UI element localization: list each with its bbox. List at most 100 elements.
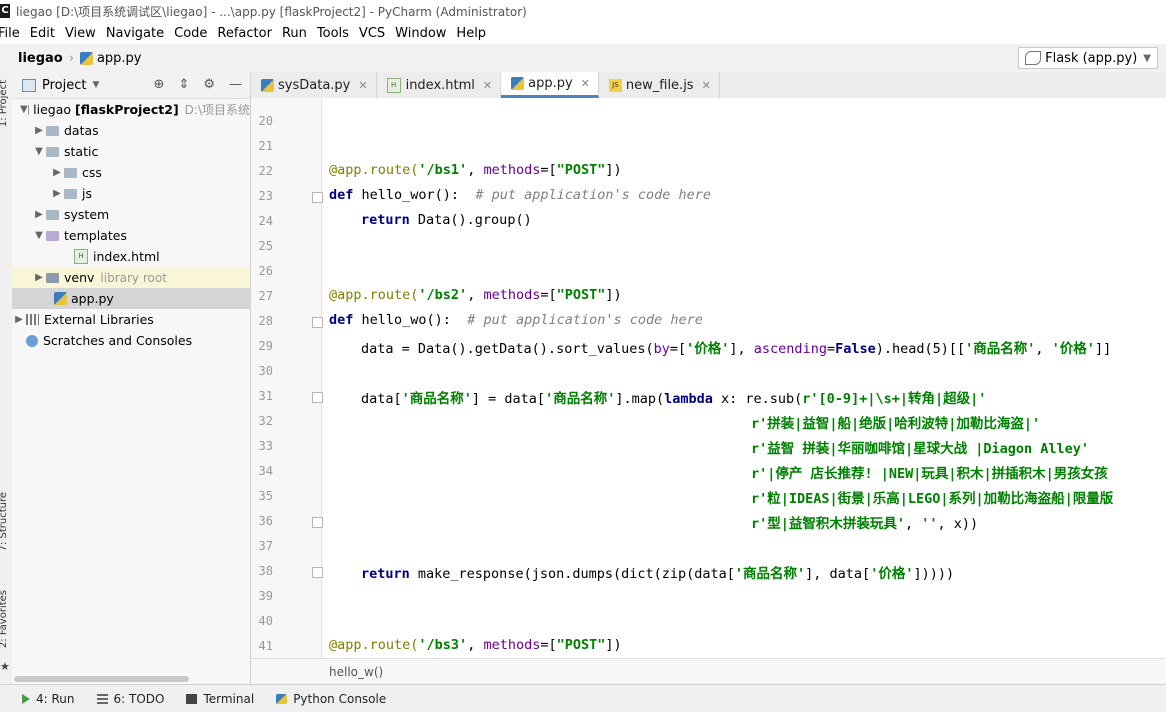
collapse-all-icon[interactable]: ⇕ xyxy=(178,77,189,92)
tree-item-app-py[interactable]: app.py xyxy=(12,288,250,309)
tree-item-venv[interactable]: ▶ venv library root xyxy=(12,267,250,288)
chevron-right-icon[interactable]: ▶ xyxy=(50,167,64,178)
tree-item-static[interactable]: ▼ static xyxy=(12,141,250,162)
tab-app-py[interactable]: app.py ✕ xyxy=(501,72,599,98)
menu-refactor[interactable]: Refactor xyxy=(217,26,272,41)
title-bar: C liegao [D:\项目系统调试区\liegao] - ...\app.p… xyxy=(0,0,1166,23)
editor-breadcrumb-function[interactable]: hello_w() xyxy=(329,665,383,679)
project-panel-title: Project xyxy=(42,78,86,93)
code-line-31: data['商品名称'] = data['商品名称'].map(lambda x… xyxy=(361,387,986,407)
code-line-41: @app.route('/bs3', methods=["POST"]) xyxy=(329,637,622,653)
tree-item-label: Scratches and Consoles xyxy=(43,333,192,348)
js-file-icon: JS xyxy=(609,79,622,92)
horizontal-scrollbar[interactable] xyxy=(14,676,189,682)
menu-code[interactable]: Code xyxy=(174,26,207,41)
menu-vcs[interactable]: VCS xyxy=(359,26,385,41)
locate-icon[interactable]: ⊕ xyxy=(154,77,165,92)
close-icon[interactable]: ✕ xyxy=(358,79,367,92)
folder-icon xyxy=(46,147,59,157)
tree-item-templates[interactable]: ▼ templates xyxy=(12,225,250,246)
fold-marker[interactable] xyxy=(312,192,323,203)
chevron-down-icon[interactable]: ▼ xyxy=(32,146,46,157)
project-panel: Project ▼ ⊕ ⇕ ⚙ — ▼ liegao [flaskProject… xyxy=(12,72,251,684)
chevron-down-icon[interactable]: ▼ xyxy=(20,104,28,115)
python-console-tool-button[interactable]: Python Console xyxy=(276,692,386,706)
chevron-right-icon[interactable]: ▶ xyxy=(32,125,46,136)
code-editor[interactable]: 20 21 22 23 24 25 26 27 28 29 30 31 32 3… xyxy=(251,98,1166,658)
menu-window[interactable]: Window xyxy=(395,26,446,41)
breadcrumb-file[interactable]: app.py xyxy=(97,51,142,66)
run-tool-button[interactable]: 4: Run xyxy=(22,692,75,706)
folder-icon xyxy=(64,189,77,199)
tree-item-system[interactable]: ▶ system xyxy=(12,204,250,225)
tree-item-path: D:\项目系统 xyxy=(185,101,250,118)
menu-bar: File Edit View Navigate Code Refactor Ru… xyxy=(0,22,1166,44)
chevron-right-icon[interactable]: ▶ xyxy=(32,209,46,220)
tab-label: sysData.py xyxy=(278,78,350,93)
python-console-tool-label: Python Console xyxy=(293,692,386,706)
menu-run[interactable]: Run xyxy=(282,26,307,41)
menu-tools[interactable]: Tools xyxy=(317,26,349,41)
fold-marker[interactable] xyxy=(312,567,323,578)
code-line-38: return make_response(json.dumps(dict(zip… xyxy=(361,562,954,582)
breadcrumb-project[interactable]: liegao xyxy=(18,51,63,66)
run-config-select[interactable]: Flask (app.py) ▼ xyxy=(1018,47,1158,69)
tree-item-scratches[interactable]: Scratches and Consoles xyxy=(12,330,250,351)
menu-edit[interactable]: Edit xyxy=(30,26,55,41)
project-icon xyxy=(22,79,36,92)
fold-marker[interactable] xyxy=(312,317,323,328)
todo-tool-button[interactable]: 6: TODO xyxy=(97,692,165,706)
run-config-label: Flask (app.py) xyxy=(1045,51,1137,66)
chevron-right-icon[interactable]: ▶ xyxy=(12,314,26,325)
star-icon: ★ xyxy=(0,660,10,673)
chevron-right-icon: › xyxy=(69,51,74,66)
tab-index-html[interactable]: H index.html ✕ xyxy=(377,72,502,98)
project-tree: ▼ liegao [flaskProject2] D:\项目系统 ▶ datas… xyxy=(12,99,250,351)
line-number: 34 xyxy=(251,464,273,478)
project-panel-header: Project ▼ ⊕ ⇕ ⚙ — xyxy=(12,72,250,99)
tab-structure-tool[interactable]: 7: Structure xyxy=(0,492,9,551)
tree-item-css[interactable]: ▶ css xyxy=(12,162,250,183)
menu-view[interactable]: View xyxy=(65,26,96,41)
tree-item-label: External Libraries xyxy=(44,312,154,327)
tree-item-liegao[interactable]: ▼ liegao [flaskProject2] D:\项目系统 xyxy=(12,99,250,120)
tab-label: index.html xyxy=(406,78,475,93)
close-icon[interactable]: ✕ xyxy=(702,79,711,92)
minimize-icon[interactable]: — xyxy=(229,77,242,92)
line-number: 36 xyxy=(251,514,273,528)
line-number: 30 xyxy=(251,364,273,378)
tab-new-file-js[interactable]: JS new_file.js ✕ xyxy=(599,72,720,98)
line-number: 29 xyxy=(251,339,273,353)
menu-file[interactable]: File xyxy=(0,26,20,41)
tab-project-tool[interactable]: 1: Project xyxy=(0,80,9,127)
chevron-right-icon[interactable]: ▶ xyxy=(50,188,64,199)
close-icon[interactable]: ✕ xyxy=(581,77,590,90)
close-icon[interactable]: ✕ xyxy=(483,79,492,92)
terminal-tool-button[interactable]: Terminal xyxy=(186,692,254,706)
chevron-right-icon[interactable]: ▶ xyxy=(32,272,46,283)
folder-icon xyxy=(46,273,59,283)
editor-breadcrumb-bar: hello_w() xyxy=(251,658,1166,685)
menu-navigate[interactable]: Navigate xyxy=(106,26,164,41)
code-line-34: r'|停产 店长推荐! |NEW|玩具|积木|拼插积木|男孩女孩 xyxy=(751,462,1108,482)
fold-marker[interactable] xyxy=(312,392,323,403)
line-number: 23 xyxy=(251,189,273,203)
menu-help[interactable]: Help xyxy=(456,26,486,41)
tab-sysdata-py[interactable]: sysData.py ✕ xyxy=(251,72,377,98)
fold-marker[interactable] xyxy=(312,517,323,528)
tab-favorites-tool[interactable]: 2: Favorites xyxy=(0,590,9,648)
editor-tabs: sysData.py ✕ H index.html ✕ app.py ✕ JS … xyxy=(251,72,1166,99)
line-number: 28 xyxy=(251,314,273,328)
tree-item-js[interactable]: ▶ js xyxy=(12,183,250,204)
tree-item-index-html[interactable]: H index.html xyxy=(12,246,250,267)
chevron-down-icon[interactable]: ▼ xyxy=(32,230,46,241)
gear-icon[interactable]: ⚙ xyxy=(203,77,215,92)
tree-item-datas[interactable]: ▶ datas xyxy=(12,120,250,141)
line-number: 27 xyxy=(251,289,273,303)
tree-item-label: datas xyxy=(64,123,99,138)
window-title: liegao [D:\项目系统调试区\liegao] - ...\app.py … xyxy=(16,3,527,20)
code-line-28: def hello_wo(): # put application's code… xyxy=(329,312,703,328)
line-number: 26 xyxy=(251,264,273,278)
tree-item-external-libraries[interactable]: ▶ External Libraries xyxy=(12,309,250,330)
project-view-select[interactable]: Project ▼ xyxy=(22,78,99,93)
